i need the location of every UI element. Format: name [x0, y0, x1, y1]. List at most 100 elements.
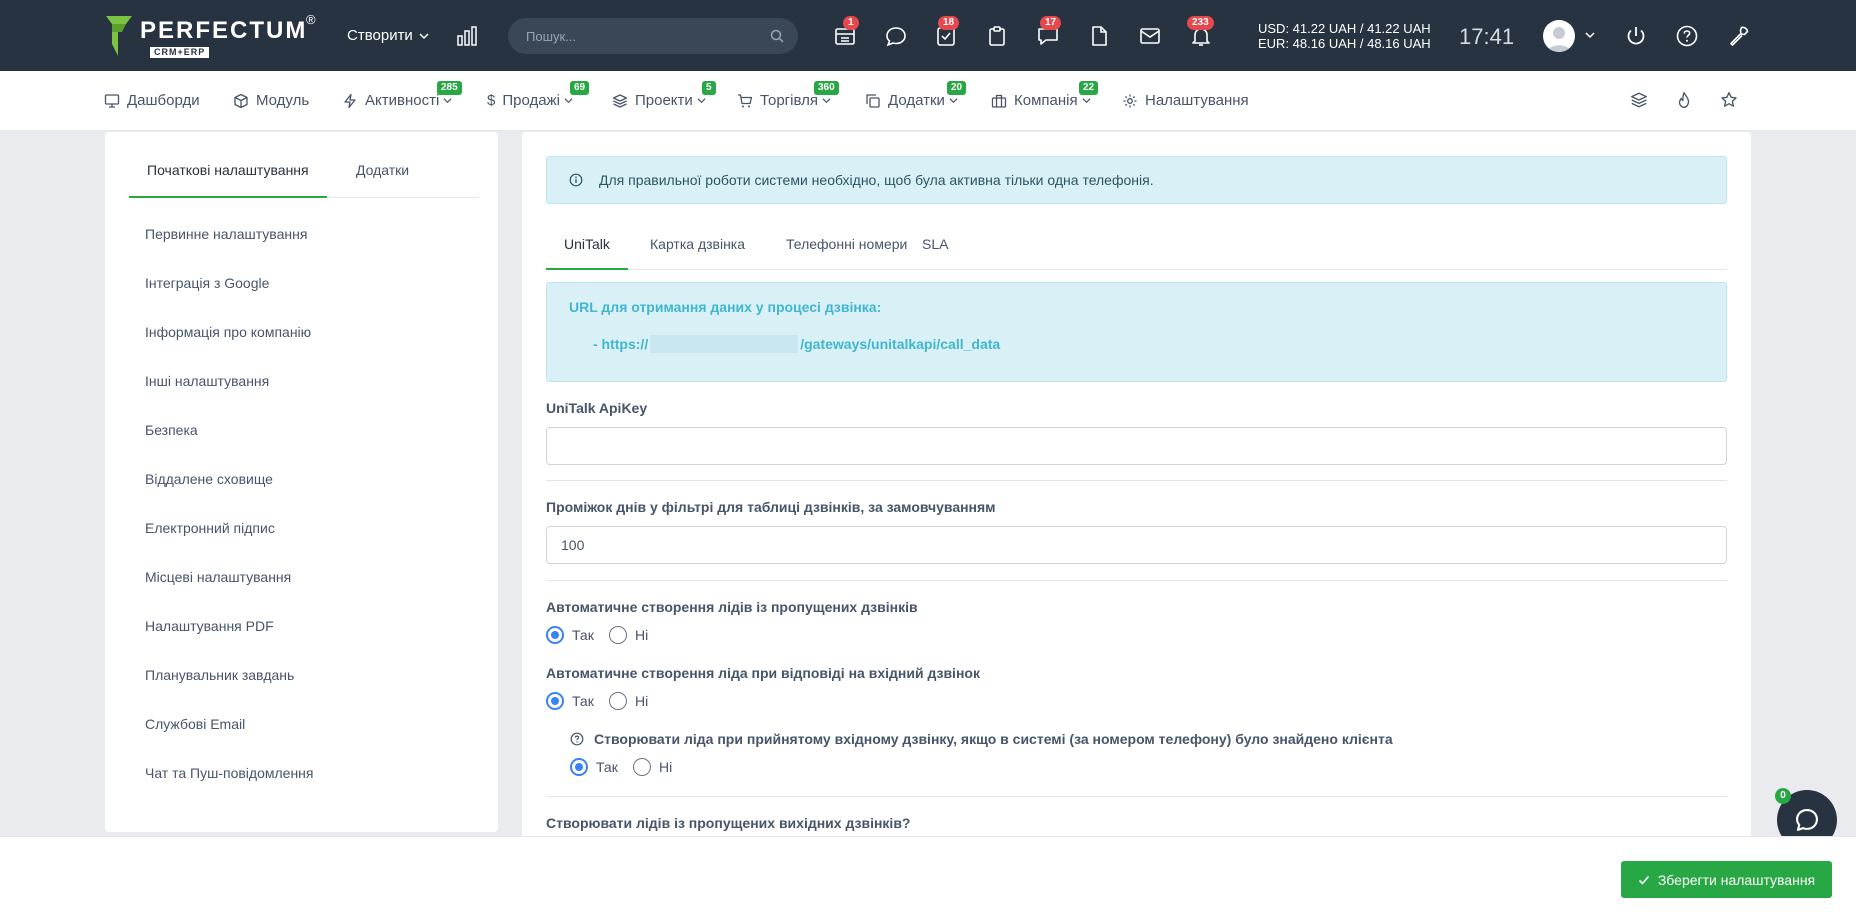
nav-badge: 22 [1079, 81, 1099, 95]
radio-button[interactable] [546, 626, 564, 644]
nav-item-addons[interactable]: Додатки 20 [865, 81, 967, 109]
bell-icon[interactable]: 233 [1187, 16, 1214, 48]
stats-icon[interactable] [456, 25, 478, 47]
sidebar-item-google[interactable]: Інтеграція з Google [145, 273, 314, 322]
star-icon[interactable] [1720, 91, 1738, 109]
tab-call-card[interactable]: Картка дзвінка [632, 228, 763, 270]
sidebar-item-scheduler[interactable]: Планувальник завдань [145, 665, 314, 714]
nav-item-trade[interactable]: Торгівля 360 [737, 81, 839, 109]
tasks-icon[interactable]: 18 [934, 16, 960, 48]
user-icon [1547, 27, 1571, 52]
dollar-icon: $ [487, 92, 496, 109]
webhook-url-box: URL для отримання даних у процесі дзвінк… [546, 282, 1727, 382]
nav-item-label: Продажі [502, 92, 560, 109]
alert-text: Для правильної роботи системи необхідно,… [599, 172, 1154, 188]
chevron-down-icon [443, 98, 452, 104]
auto-answer-no[interactable]: Ні [609, 692, 648, 710]
calendar-icon[interactable]: 1 [833, 16, 859, 48]
chevron-down-icon[interactable] [1585, 30, 1595, 40]
radio-button[interactable] [609, 626, 627, 644]
lightning-icon [344, 93, 356, 108]
tab-addons[interactable]: Додатки [338, 148, 427, 198]
tab-sla[interactable]: SLA [904, 228, 966, 270]
power-icon[interactable] [1624, 24, 1648, 48]
auto-missed-no[interactable]: Ні [609, 626, 648, 644]
chevron-down-icon [564, 98, 573, 104]
days-filter-label: Проміжок днів у фільтрі для таблиці дзві… [546, 499, 996, 515]
sidebar-item-locale[interactable]: Місцеві налаштування [145, 567, 314, 616]
logo-text: PERFECTUM [140, 17, 308, 44]
chevron-down-icon [419, 32, 429, 39]
save-settings-button[interactable]: Зберегти налаштування [1621, 861, 1832, 898]
sidebar-item-pdf[interactable]: Налаштування PDF [145, 616, 314, 665]
chevron-down-icon [1082, 98, 1091, 104]
auto-missed-yes[interactable]: Так [546, 626, 594, 644]
layers-icon [612, 93, 628, 108]
currency-usd: USD: 41.22 UAH / 41.22 UAH [1258, 21, 1431, 36]
sidebar-item-remote-storage[interactable]: Віддалене сховище [145, 469, 314, 518]
mail-icon[interactable] [1138, 24, 1162, 48]
existing-client-text: Створювати ліда при прийнятому вхідному … [594, 731, 1393, 747]
help-icon[interactable] [1675, 24, 1699, 48]
document-icon[interactable] [1087, 24, 1111, 48]
chevron-down-icon [822, 98, 831, 104]
url-title: URL для отримання даних у процесі дзвінк… [569, 299, 882, 315]
days-filter-input[interactable] [546, 526, 1727, 564]
apikey-label: UniTalk ApiKey [546, 400, 648, 416]
tab-initial-settings[interactable]: Початкові налаштування [129, 148, 327, 198]
nav-item-activities[interactable]: Активності 285 [342, 81, 462, 109]
flame-icon[interactable] [1675, 91, 1693, 109]
radio-button[interactable] [546, 692, 564, 710]
notifications-badge: 233 [1187, 16, 1214, 30]
nav-item-dashboards[interactable]: Дашборди [104, 92, 200, 109]
radio-label: Ні [635, 693, 649, 709]
sidebar-item-chat-push[interactable]: Чат та Пуш-повідомлення [145, 763, 314, 812]
clipboard-icon[interactable] [985, 24, 1009, 48]
auto-answer-yes[interactable]: Так [546, 692, 594, 710]
tab-phone-numbers[interactable]: Телефонні номери [768, 228, 925, 270]
existing-client-no[interactable]: Ні [633, 758, 672, 776]
divider [546, 480, 1727, 481]
tab-unitalk[interactable]: UniTalk [546, 228, 628, 270]
search-bar[interactable] [508, 18, 798, 54]
radio-button[interactable] [570, 758, 588, 776]
search-input[interactable] [526, 28, 746, 44]
logo[interactable]: PERFECTUM CRM+ERP ® [104, 12, 316, 60]
existing-client-yes[interactable]: Так [570, 758, 618, 776]
messages-icon[interactable]: 17 [1036, 16, 1062, 48]
avatar[interactable] [1543, 20, 1575, 52]
chat-bubble-icon[interactable] [884, 24, 908, 48]
radio-button[interactable] [609, 692, 627, 710]
tasks-badge: 18 [938, 16, 960, 30]
nav-item-module[interactable]: Модуль [233, 92, 309, 109]
nav-item-sales[interactable]: $ Продажі 69 [487, 81, 590, 109]
logo-sub: CRM+ERP [150, 47, 210, 58]
radio-button[interactable] [633, 758, 651, 776]
monitor-icon [104, 93, 120, 108]
sidebar-item-company-info[interactable]: Інформація про компанію [145, 322, 314, 371]
nav-badge: 285 [437, 81, 462, 95]
sidebar-item-primary-setup[interactable]: Первинне налаштування [145, 224, 314, 273]
sidebar-item-email[interactable]: Службові Email [145, 714, 314, 763]
info-alert: Для правильної роботи системи необхідно,… [546, 156, 1727, 204]
nav-item-projects[interactable]: Проекти 5 [612, 81, 716, 109]
apikey-input[interactable] [546, 427, 1727, 465]
building-icon [991, 94, 1007, 108]
cart-icon [738, 93, 753, 107]
nav-item-settings[interactable]: Налаштування [1122, 92, 1249, 109]
sidebar-item-e-signature[interactable]: Електронний підпис [145, 518, 314, 567]
cube-icon [234, 93, 248, 108]
chevron-down-icon [949, 98, 958, 104]
sidebar-item-other[interactable]: Інші налаштування [145, 371, 314, 420]
webhook-url[interactable]: - https:// /gateways/unitalkapi/call_dat… [593, 335, 1000, 353]
create-button[interactable]: Створити [347, 27, 429, 44]
nav-item-company[interactable]: Компанія 22 [991, 81, 1099, 109]
layers-icon[interactable] [1630, 91, 1648, 109]
calendar-badge: 1 [843, 16, 859, 30]
wrench-icon[interactable] [1727, 24, 1751, 48]
auto-missed-label: Автоматичне створення лідів із пропущени… [546, 599, 918, 615]
sidebar-item-security[interactable]: Безпека [145, 420, 314, 469]
top-header: PERFECTUM CRM+ERP ® Створити 1 18 17 233 [0, 0, 1856, 71]
search-icon[interactable] [770, 29, 784, 43]
question-circle-icon[interactable] [570, 732, 584, 746]
